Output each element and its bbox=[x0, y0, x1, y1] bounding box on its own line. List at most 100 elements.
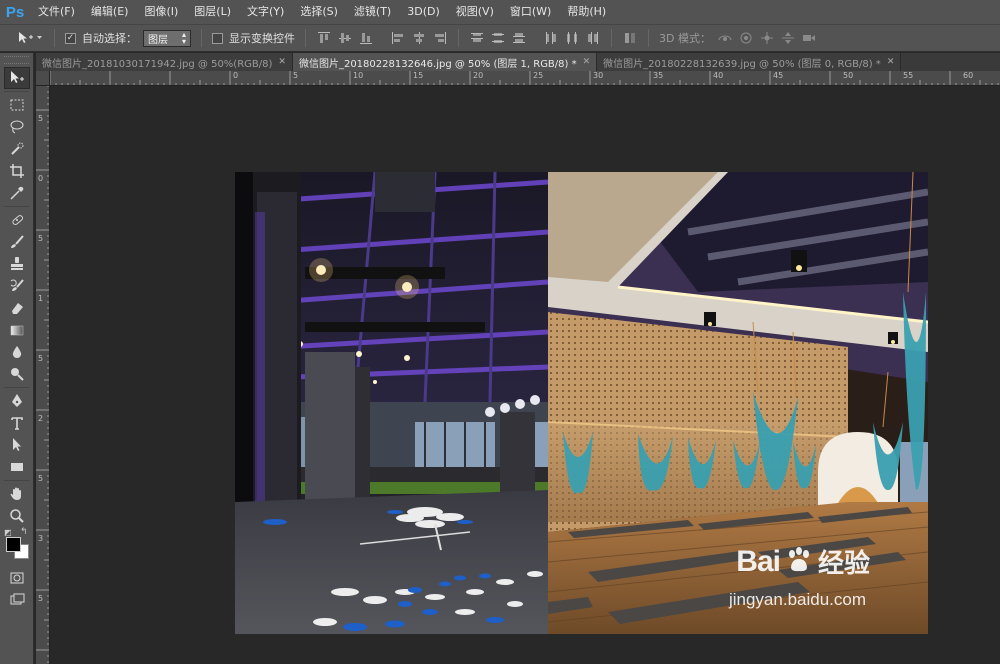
ruler-label: 3 bbox=[38, 534, 44, 543]
align-hcenter-icon[interactable] bbox=[411, 30, 427, 46]
gradient-tool[interactable] bbox=[4, 319, 30, 341]
show-transform-checkbox[interactable] bbox=[212, 32, 223, 44]
watermark-url: jingyan.baidu.com bbox=[728, 590, 866, 609]
quick-selection-tool[interactable] bbox=[4, 138, 30, 160]
menu-help[interactable]: 帮助(H) bbox=[559, 0, 614, 24]
menu-file[interactable]: 文件(F) bbox=[30, 0, 83, 24]
auto-select-checkbox[interactable]: ✓ bbox=[65, 32, 76, 44]
ruler-label: 5 bbox=[38, 234, 44, 243]
stamp-icon bbox=[11, 257, 23, 270]
auto-select-dropdown[interactable]: 图层 ▴ ▾ bbox=[143, 29, 191, 47]
ruler-label: 45 bbox=[773, 71, 784, 80]
history-brush-icon bbox=[10, 279, 24, 291]
distribute-top-icon[interactable] bbox=[469, 30, 485, 46]
move-tool[interactable] bbox=[4, 67, 30, 89]
color-swatches[interactable]: ◩ ↰ bbox=[4, 527, 30, 561]
slide-3d-icon[interactable] bbox=[780, 30, 796, 46]
tool-preset-picker[interactable] bbox=[14, 28, 44, 48]
healing-brush-tool[interactable] bbox=[4, 209, 30, 231]
crop-tool[interactable] bbox=[4, 160, 30, 182]
rotate-3d-icon[interactable] bbox=[717, 30, 733, 46]
type-tool[interactable] bbox=[4, 412, 30, 434]
ruler-label: 40 bbox=[713, 71, 724, 80]
brush-tool[interactable] bbox=[4, 231, 30, 253]
dodge-tool[interactable] bbox=[4, 363, 30, 385]
dodge-icon bbox=[11, 368, 24, 381]
close-icon[interactable]: ✕ bbox=[583, 57, 591, 67]
toolbox-grip[interactable] bbox=[4, 56, 29, 64]
pen-tool[interactable] bbox=[4, 390, 30, 412]
foreground-color[interactable] bbox=[6, 537, 21, 552]
hand-tool[interactable] bbox=[4, 483, 30, 505]
eyedropper-tool[interactable] bbox=[4, 182, 30, 204]
auto-select-label: 自动选择： bbox=[82, 32, 137, 45]
quick-mask-button[interactable] bbox=[4, 567, 30, 589]
roll-3d-icon[interactable] bbox=[738, 30, 754, 46]
menu-image[interactable]: 图像(I) bbox=[136, 0, 186, 24]
mode-3d-label: 3D 模式： bbox=[659, 32, 711, 45]
paw-icon bbox=[784, 545, 814, 578]
pan-3d-icon[interactable] bbox=[759, 30, 775, 46]
ruler-label: 30 bbox=[593, 71, 604, 80]
zoom-tool[interactable] bbox=[4, 505, 30, 527]
ruler-ticks bbox=[50, 71, 999, 85]
distribute-right-icon[interactable] bbox=[585, 30, 601, 46]
document-tab-2[interactable]: 微信图片_20180228132646.jpg @ 50% (图层 1, RGB… bbox=[292, 53, 598, 71]
magnifier-icon bbox=[10, 509, 24, 523]
ruler-label: 55 bbox=[903, 71, 914, 80]
clone-stamp-tool[interactable] bbox=[4, 253, 30, 275]
screen-mode-button[interactable] bbox=[4, 589, 30, 611]
ruler-label: 5 bbox=[38, 474, 44, 483]
menu-window[interactable]: 窗口(W) bbox=[502, 0, 559, 24]
document-tab-1[interactable]: 微信图片_20181030171942.jpg @ 50%(RGB/8) ✕ bbox=[36, 53, 293, 71]
hand-icon bbox=[10, 487, 21, 500]
distribute-vcenter-icon[interactable] bbox=[490, 30, 506, 46]
align-top-icon[interactable] bbox=[316, 30, 332, 46]
type-t-icon bbox=[11, 417, 23, 430]
menu-select[interactable]: 选择(S) bbox=[292, 0, 346, 24]
document-canvas[interactable]: Bai 经验 jingyan.baidu.com bbox=[235, 172, 928, 634]
align-right-icon[interactable] bbox=[432, 30, 448, 46]
crop-icon bbox=[10, 164, 24, 178]
path-selection-tool[interactable] bbox=[4, 434, 30, 456]
pen-icon bbox=[12, 394, 22, 407]
lasso-tool[interactable] bbox=[4, 116, 30, 138]
menu-layer[interactable]: 图层(L) bbox=[186, 0, 239, 24]
ruler-label: 50 bbox=[843, 71, 854, 80]
close-icon[interactable]: ✕ bbox=[887, 57, 895, 67]
default-colors-icon[interactable]: ◩ bbox=[4, 528, 12, 537]
blur-tool[interactable] bbox=[4, 341, 30, 363]
distribute-hcenter-icon[interactable] bbox=[564, 30, 580, 46]
swap-colors-icon[interactable]: ↰ bbox=[20, 527, 28, 537]
distribute-left-icon[interactable] bbox=[543, 30, 559, 46]
eraser-tool[interactable] bbox=[4, 297, 30, 319]
align-left-icon[interactable] bbox=[390, 30, 406, 46]
ruler-origin[interactable] bbox=[36, 71, 50, 86]
ruler-label: 5 bbox=[38, 354, 44, 363]
menu-type[interactable]: 文字(Y) bbox=[239, 0, 292, 24]
align-bottom-icon[interactable] bbox=[358, 30, 374, 46]
move-arrow-icon bbox=[11, 71, 24, 83]
separator bbox=[648, 29, 649, 47]
ruler-label: 35 bbox=[653, 71, 664, 80]
marquee-tool[interactable] bbox=[4, 94, 30, 116]
menu-view[interactable]: 视图(V) bbox=[448, 0, 502, 24]
align-group bbox=[316, 30, 448, 46]
distribute-bottom-icon[interactable] bbox=[511, 30, 527, 46]
vertical-ruler[interactable]: 5 0 5 1 5 2 5 3 5 bbox=[36, 86, 50, 664]
document-tab-bar: 微信图片_20181030171942.jpg @ 50%(RGB/8) ✕ 微… bbox=[36, 53, 1000, 71]
menu-3d[interactable]: 3D(D) bbox=[399, 0, 448, 24]
rectangle-tool[interactable] bbox=[4, 456, 30, 478]
menu-bar: Ps 文件(F) 编辑(E) 图像(I) 图层(L) 文字(Y) 选择(S) 滤… bbox=[0, 0, 1000, 24]
menu-filter[interactable]: 滤镜(T) bbox=[346, 0, 399, 24]
ruler-label: 5 bbox=[38, 114, 44, 123]
ruler-ticks bbox=[36, 86, 49, 663]
scale-3d-icon[interactable] bbox=[801, 30, 817, 46]
close-icon[interactable]: ✕ bbox=[278, 57, 286, 67]
auto-align-icon[interactable] bbox=[622, 30, 638, 46]
horizontal-ruler[interactable]: 0 5 10 15 20 25 30 35 40 45 50 55 60 bbox=[50, 71, 1000, 86]
menu-edit[interactable]: 编辑(E) bbox=[83, 0, 137, 24]
document-tab-3[interactable]: 微信图片_20180228132639.jpg @ 50% (图层 0, RGB… bbox=[597, 53, 902, 71]
align-vcenter-icon[interactable] bbox=[337, 30, 353, 46]
history-brush-tool[interactable] bbox=[4, 275, 30, 297]
